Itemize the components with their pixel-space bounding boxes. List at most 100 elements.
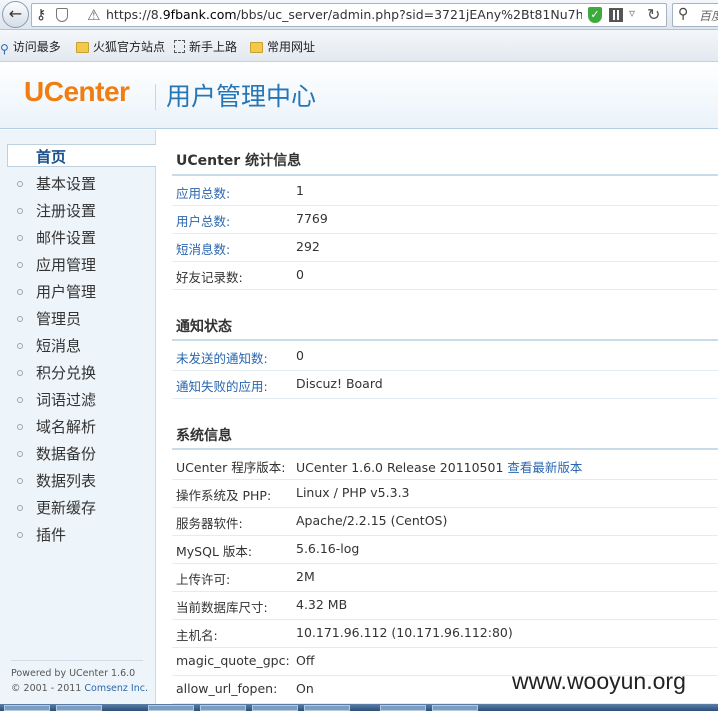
section-divider: [172, 339, 718, 341]
sidebar-item-plugins[interactable]: 插件: [0, 521, 156, 548]
row-key: 当前数据库尺寸:: [176, 600, 268, 615]
sidebar-item-admins[interactable]: 管理员: [0, 305, 156, 332]
taskbar-button[interactable]: [200, 705, 246, 711]
copyright-prefix: © 2001 - 2011: [11, 683, 85, 694]
row-value: 7769: [296, 211, 328, 226]
row-value: On: [296, 681, 314, 696]
magnifier-icon: ⚲: [0, 42, 9, 56]
row-value: 10.171.96.112 (10.171.96.112:80): [296, 625, 513, 640]
watermark: www.wooyun.org: [512, 668, 686, 694]
row-key: 上传许可:: [176, 572, 231, 587]
ucenter-logo[interactable]: UCenter: [24, 76, 130, 108]
bullet-icon: [17, 262, 23, 268]
taskbar-button[interactable]: [304, 705, 350, 711]
notice-section-title: 通知状态: [176, 319, 232, 335]
taskbar-button[interactable]: [380, 705, 426, 711]
dropdown-arrow-icon[interactable]: ▿: [629, 6, 635, 20]
notice-row-pending: 未发送的通知数: 0: [172, 343, 718, 371]
os-taskbar: [0, 704, 718, 711]
taskbar-button[interactable]: [432, 705, 478, 711]
sidebar-item-mail-settings[interactable]: 邮件设置: [0, 224, 156, 251]
row-key: MySQL 版本:: [176, 544, 253, 559]
row-key[interactable]: 通知失败的应用:: [176, 376, 268, 395]
sidebar-item-label: 邮件设置: [36, 229, 97, 247]
folder-icon: [250, 42, 263, 53]
sidebar-item-label: 数据备份: [36, 445, 97, 463]
page-title: 用户管理中心: [166, 82, 317, 111]
page-icon: [174, 40, 185, 53]
sidebar-item-messages[interactable]: 短消息: [0, 332, 156, 359]
bullet-icon: [17, 343, 23, 349]
bookmark-label: 访问最多: [12, 40, 61, 54]
stats-row-friends: 好友记录数: 0: [172, 262, 718, 290]
search-icon[interactable]: ⚲: [678, 6, 688, 22]
row-key: 服务器软件:: [176, 516, 243, 531]
notice-row-failed: 通知失败的应用: Discuz! Board: [172, 371, 718, 399]
sidebar-item-data-backup[interactable]: 数据备份: [0, 440, 156, 467]
header-divider: [155, 84, 156, 110]
shield-icon[interactable]: [56, 8, 68, 22]
bullet-icon: [17, 289, 23, 295]
taskbar-button[interactable]: [4, 705, 50, 711]
stats-section-title: UCenter 统计信息: [176, 153, 302, 169]
section-divider: [172, 174, 718, 176]
row-value: Linux / PHP v5.3.3: [296, 485, 410, 500]
taskbar-button[interactable]: [56, 705, 102, 711]
sidebar-item-domain-resolve[interactable]: 域名解析: [0, 413, 156, 440]
check-latest-version-link[interactable]: 查看最新版本: [507, 460, 582, 475]
sidebar-item-user-management[interactable]: 用户管理: [0, 278, 156, 305]
row-value: 4.32 MB: [296, 597, 348, 612]
bullet-icon: [17, 316, 23, 322]
sidebar-item-label: 更新缓存: [36, 499, 97, 517]
row-value: Apache/2.2.15 (CentOS): [296, 513, 448, 528]
sidebar-item-basic-settings[interactable]: 基本设置: [0, 170, 156, 197]
taskbar-button[interactable]: [252, 705, 298, 711]
row-key[interactable]: 用户总数:: [176, 211, 230, 230]
search-input[interactable]: ⚲ 百度: [672, 3, 718, 27]
sidebar-item-label: 应用管理: [36, 256, 97, 274]
reload-icon[interactable]: ↻: [647, 5, 660, 24]
bookmark-firefox-site[interactable]: 火狐官方站点: [76, 38, 165, 55]
browser-toolbar: ← ⚷ ⚠ https://8.9fbank.com/bbs/uc_server…: [0, 0, 718, 30]
bookmark-getting-started[interactable]: 新手上路: [174, 38, 237, 55]
address-bar[interactable]: ⚷ ⚠ https://8.9fbank.com/bbs/uc_server/a…: [31, 3, 667, 27]
row-key: 操作系统及 PHP:: [176, 488, 272, 503]
row-value: 2M: [296, 569, 315, 584]
sidebar-item-credit-exchange[interactable]: 积分兑换: [0, 359, 156, 386]
sysinfo-row-dbsize: 当前数据库尺寸: 4.32 MB: [172, 592, 718, 620]
row-key: 好友记录数:: [176, 270, 243, 285]
back-arrow-icon[interactable]: ←: [2, 1, 29, 28]
row-value: Off: [296, 653, 315, 668]
warning-triangle-icon[interactable]: ⚠: [87, 6, 100, 24]
row-key[interactable]: 应用总数:: [176, 183, 230, 202]
sysinfo-row-server: 服务器软件: Apache/2.2.15 (CentOS): [172, 508, 718, 536]
sysinfo-row-hostname: 主机名: 10.171.96.112 (10.171.96.112:80): [172, 620, 718, 648]
sidebar-item-word-filter[interactable]: 词语过滤: [0, 386, 156, 413]
sidebar-item-home[interactable]: 首页: [0, 143, 156, 170]
comsenz-link[interactable]: Comsenz Inc.: [84, 683, 148, 694]
sidebar-item-data-list[interactable]: 数据列表: [0, 467, 156, 494]
url-text[interactable]: https://8.9fbank.com/bbs/uc_server/admin…: [106, 7, 582, 22]
bookmark-common-sites[interactable]: 常用网址: [250, 38, 315, 55]
row-value: 292: [296, 239, 320, 254]
sidebar-item-register-settings[interactable]: 注册设置: [0, 197, 156, 224]
row-key[interactable]: 短消息数:: [176, 239, 230, 258]
url-prefix: https://8.: [106, 7, 163, 22]
sysinfo-row-mysql: MySQL 版本: 5.6.16-log: [172, 536, 718, 564]
sidebar-item-label: 插件: [36, 526, 67, 544]
sidebar-item-app-management[interactable]: 应用管理: [0, 251, 156, 278]
security-check-icon[interactable]: ✓: [588, 7, 602, 23]
sysinfo-row-os-php: 操作系统及 PHP: Linux / PHP v5.3.3: [172, 480, 718, 508]
row-key[interactable]: 未发送的通知数:: [176, 348, 268, 367]
bullet-icon: [17, 451, 23, 457]
sidebar-item-label: 词语过滤: [36, 391, 97, 409]
bookmark-most-visited[interactable]: ⚲ 访问最多: [0, 38, 61, 56]
bookmark-label: 火狐官方站点: [93, 40, 166, 54]
qr-code-icon[interactable]: [609, 8, 623, 22]
row-key: 主机名:: [176, 628, 218, 643]
folder-icon: [76, 42, 89, 53]
bullet-icon: [17, 424, 23, 430]
taskbar-button[interactable]: [148, 705, 194, 711]
sidebar-item-label: 用户管理: [36, 283, 97, 301]
sidebar-item-update-cache[interactable]: 更新缓存: [0, 494, 156, 521]
